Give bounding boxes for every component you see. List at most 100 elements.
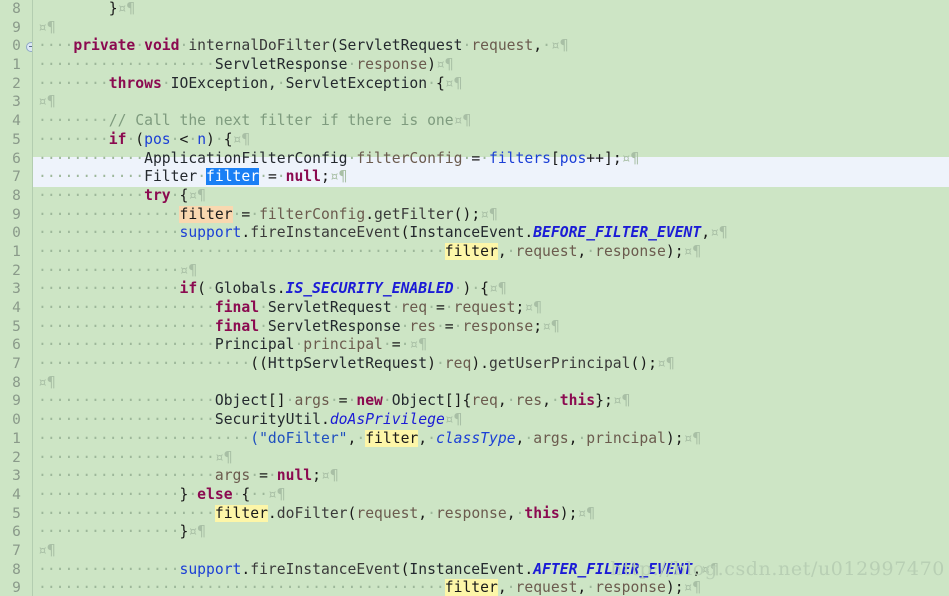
- line-number: 1: [0, 56, 33, 75]
- line-number-label: 5: [12, 318, 21, 335]
- code-token: }: [108, 0, 118, 17]
- occurrence-read-highlight: filter: [214, 504, 268, 522]
- line-number-label: 5: [12, 505, 21, 522]
- whitespace-dots: ·: [506, 242, 516, 260]
- code-token: .: [241, 560, 251, 578]
- code-line[interactable]: ················}¤¶: [33, 523, 949, 542]
- code-line[interactable]: ····················args·=·null;¤¶: [33, 467, 949, 486]
- code-line[interactable]: ················if(·Globals.IS_SECURITY_…: [33, 280, 949, 299]
- code-line[interactable]: ····················Principal·principal·…: [33, 336, 949, 355]
- code-line[interactable]: }¤¶: [33, 0, 949, 19]
- code-line[interactable]: ················support.fireInstanceEven…: [33, 224, 949, 243]
- code-line[interactable]: ················filter·=·filterConfig.ge…: [33, 205, 949, 225]
- code-line[interactable]: ········if·(pos·<·n)·{¤¶: [33, 131, 949, 150]
- paragraph-mark-icon: ¤¶: [480, 205, 498, 223]
- code-line[interactable]: ····················Object[]·args·=·new·…: [33, 392, 949, 411]
- code-line[interactable]: ····················ServletResponse·resp…: [33, 56, 949, 75]
- code-token: doAsPrivilege: [329, 411, 445, 429]
- code-token: );: [665, 579, 684, 596]
- code-line[interactable]: ························("doFilter",·fil…: [33, 429, 949, 449]
- code-token: );: [665, 242, 684, 260]
- code-token: .: [276, 280, 286, 298]
- line-number-label: 3: [12, 281, 21, 298]
- line-number-label: 5: [12, 131, 21, 148]
- code-token: classType: [435, 429, 516, 447]
- code-line-current[interactable]: ············Filter·filter·=·null;¤¶: [33, 168, 949, 187]
- code-line[interactable]: ¤¶: [33, 374, 949, 393]
- keyword-token: null: [276, 467, 313, 485]
- code-token: .: [241, 224, 251, 242]
- code-line[interactable]: ················¤¶: [33, 262, 949, 281]
- whitespace-dots: ·: [577, 429, 587, 447]
- code-line[interactable]: ················}·else·{··¤¶: [33, 486, 949, 505]
- whitespace-dots: ·: [356, 429, 366, 447]
- code-line[interactable]: ········································…: [33, 579, 949, 596]
- line-number-label: 8: [12, 1, 21, 17]
- line-number-gutter[interactable]: 89012345678901234567890123456789: [0, 0, 33, 596]
- line-number-label: 9: [12, 580, 21, 596]
- line-number: 7: [0, 168, 33, 187]
- line-number: 6: [0, 150, 33, 169]
- code-token: getUserPrincipal: [489, 355, 631, 373]
- code-line[interactable]: ····················filter.doFilter(requ…: [33, 504, 949, 524]
- code-line[interactable]: ····private·void·internalDoFilter(Servle…: [33, 37, 949, 56]
- code-line[interactable]: ····················¤¶: [33, 449, 949, 468]
- whitespace-dots: ·: [188, 130, 198, 148]
- line-number-label: 8: [12, 561, 21, 578]
- code-line[interactable]: ····················final·ServletRespons…: [33, 318, 949, 337]
- code-line[interactable]: ················support.fireInstanceEven…: [33, 561, 949, 580]
- code-line[interactable]: ········································…: [33, 242, 949, 262]
- code-token: ,: [418, 504, 428, 522]
- code-token: req: [400, 299, 428, 316]
- paragraph-mark-icon: ¤¶: [701, 560, 719, 578]
- code-token: =: [259, 467, 268, 485]
- code-text-area[interactable]: }¤¶ ¤¶ ····private·void·internalDoFilter(S…: [33, 0, 949, 596]
- keyword-token: if: [179, 280, 198, 298]
- code-token: ,: [533, 37, 543, 55]
- code-token: ;: [321, 168, 330, 186]
- line-number-label: 0: [12, 225, 21, 242]
- line-number: 9: [0, 19, 33, 38]
- code-token: request: [471, 37, 534, 55]
- whitespace-dots: ·: [276, 74, 286, 92]
- code-line[interactable]: ¤¶: [33, 93, 949, 112]
- code-token: res: [409, 317, 436, 335]
- string-token: ("doFilter": [250, 429, 348, 447]
- line-number-label: 8: [12, 187, 21, 204]
- code-token: filterConfig: [259, 205, 366, 223]
- code-line[interactable]: ············try·{¤¶: [33, 187, 949, 206]
- whitespace-dots: ····: [38, 37, 74, 55]
- code-line[interactable]: ····················final·ServletRequest…: [33, 299, 949, 318]
- code-token: ,: [497, 242, 507, 260]
- code-token: n: [197, 130, 207, 148]
- whitespace-dots: ·: [462, 149, 472, 167]
- code-line[interactable]: ¤¶: [33, 19, 949, 38]
- whitespace-dots: ················: [38, 485, 180, 503]
- code-line[interactable]: ········throws·IOException,·ServletExcep…: [33, 75, 949, 94]
- paragraph-mark-icon: ¤¶: [453, 112, 472, 130]
- code-editor[interactable]: }¤¶ ¤¶ ····private·void·internalDoFilter(S…: [0, 0, 949, 596]
- line-number-label: 7: [12, 169, 21, 186]
- whitespace-dots: ··: [250, 485, 268, 503]
- code-token: {: [480, 280, 489, 298]
- line-number: 8: [0, 561, 33, 580]
- code-token: pos: [144, 130, 171, 148]
- code-token: );: [665, 429, 684, 447]
- line-number-label: 3: [12, 94, 21, 111]
- code-line[interactable]: ¤¶: [33, 542, 949, 561]
- code-token: =: [241, 205, 251, 223]
- code-token: ): [427, 355, 436, 373]
- code-token: =: [444, 317, 454, 335]
- paragraph-mark-icon: ¤¶: [38, 541, 56, 559]
- code-token: ServletException: [285, 74, 428, 92]
- code-line[interactable]: ························((HttpServletReq…: [33, 355, 949, 374]
- code-line[interactable]: ············ApplicationFilterConfig·filt…: [33, 150, 949, 169]
- code-line[interactable]: ····················SecurityUtil.doAsPri…: [33, 411, 949, 430]
- whitespace-dots: ·: [267, 467, 277, 485]
- code-token: ): [206, 130, 215, 148]
- code-token: request: [515, 242, 578, 260]
- paragraph-mark-icon: ¤¶: [117, 0, 136, 17]
- code-line[interactable]: ········// Call the next filter if there…: [33, 112, 949, 131]
- code-token: {: [223, 130, 233, 148]
- code-token: response: [435, 504, 507, 522]
